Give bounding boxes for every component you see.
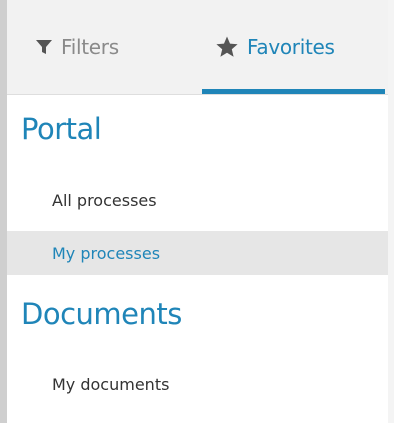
section-title-portal: Portal bbox=[21, 112, 102, 146]
list-item-my-documents[interactable]: My documents bbox=[7, 362, 388, 406]
panel-left-border bbox=[0, 0, 7, 423]
tab-filters[interactable]: Filters bbox=[35, 0, 119, 94]
tab-bar: Filters Favorites bbox=[7, 0, 388, 95]
star-icon bbox=[215, 35, 239, 59]
list-item-label: My processes bbox=[52, 243, 161, 263]
list-item-label: All processes bbox=[52, 190, 157, 210]
list-item-all-processes[interactable]: All processes bbox=[7, 178, 388, 222]
filter-icon bbox=[35, 38, 53, 56]
tab-filters-label: Filters bbox=[61, 35, 119, 59]
list-item-label: My documents bbox=[52, 374, 170, 394]
section-title-documents: Documents bbox=[21, 297, 182, 331]
favorites-panel: Filters Favorites Portal All processes M… bbox=[0, 0, 394, 423]
active-tab-indicator bbox=[202, 89, 385, 94]
panel-right-edge bbox=[388, 0, 394, 423]
tab-favorites-label: Favorites bbox=[247, 35, 335, 59]
list-item-my-processes[interactable]: My processes bbox=[7, 231, 388, 275]
tab-favorites[interactable]: Favorites bbox=[215, 0, 335, 94]
